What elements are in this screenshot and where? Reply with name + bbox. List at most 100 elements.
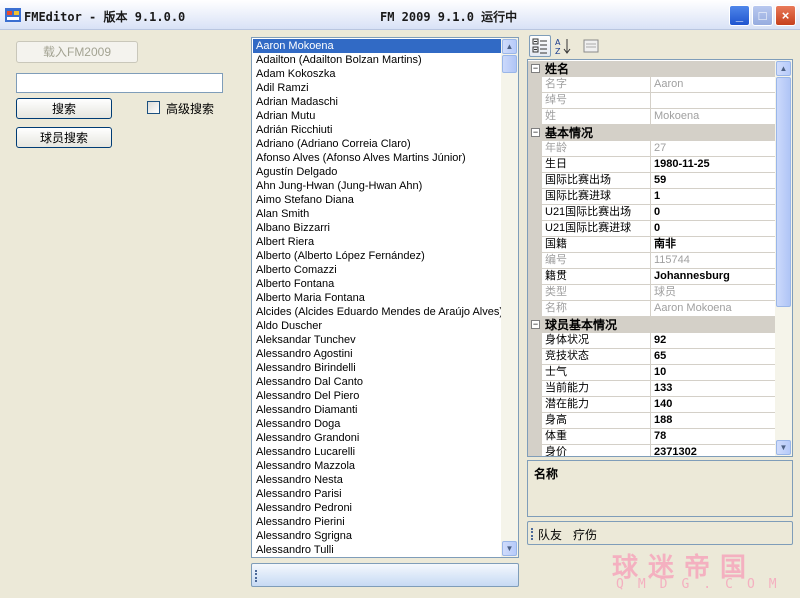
property-row[interactable]: 当前能力 133: [528, 381, 777, 397]
property-row[interactable]: 身体状况 92: [528, 333, 777, 349]
close-button[interactable]: ×: [775, 5, 796, 26]
list-item[interactable]: Ahn Jung-Hwan (Jung-Hwan Ahn): [253, 179, 502, 193]
property-value[interactable]: 65: [651, 349, 777, 365]
property-category[interactable]: − 姓名: [528, 61, 777, 77]
property-row[interactable]: 名称 Aaron Mokoena: [528, 301, 777, 317]
list-item[interactable]: Albert Riera: [253, 235, 502, 249]
property-row[interactable]: 身价 2371302: [528, 445, 777, 456]
list-item[interactable]: Alcides (Alcides Eduardo Mendes de Araúj…: [253, 305, 502, 319]
property-row[interactable]: 国际比赛进球 1: [528, 189, 777, 205]
list-item[interactable]: Alessandro Dal Canto: [253, 375, 502, 389]
property-row[interactable]: 名字 Aaron: [528, 77, 777, 93]
property-row[interactable]: 籍贯 Johannesburg: [528, 269, 777, 285]
list-item[interactable]: Alberto (Alberto López Fernández): [253, 249, 502, 263]
property-value[interactable]: 78: [651, 429, 777, 445]
list-item[interactable]: Adrián Ricchiuti: [253, 123, 502, 137]
property-row[interactable]: 编号 115744: [528, 253, 777, 269]
list-item[interactable]: Alessandro Pedroni: [253, 501, 502, 515]
advanced-search-checkbox[interactable]: [147, 101, 160, 114]
property-row[interactable]: 士气 10: [528, 365, 777, 381]
property-row[interactable]: 国籍 南非: [528, 237, 777, 253]
player-search-button[interactable]: 球员搜索: [16, 127, 112, 148]
list-item[interactable]: Alessandro Birindelli: [253, 361, 502, 375]
property-value[interactable]: 140: [651, 397, 777, 413]
property-row[interactable]: 竞技状态 65: [528, 349, 777, 365]
property-row[interactable]: U21国际比赛出场 0: [528, 205, 777, 221]
categorized-view-button[interactable]: [529, 35, 551, 57]
list-item[interactable]: Aaron Mokoena: [253, 39, 502, 53]
property-value[interactable]: 1: [651, 189, 777, 205]
property-grid-scrollbar[interactable]: ▲ ▼: [775, 60, 792, 456]
property-row[interactable]: 身高 188: [528, 413, 777, 429]
list-item[interactable]: Alessandro Sgrigna: [253, 529, 502, 543]
property-value[interactable]: 188: [651, 413, 777, 429]
property-category[interactable]: − 球员基本情况: [528, 317, 777, 333]
list-item[interactable]: Alessandro Parisi: [253, 487, 502, 501]
scroll-down-icon[interactable]: ▼: [502, 541, 517, 556]
heal-injury-command[interactable]: 疗伤: [573, 526, 597, 543]
scroll-up-icon[interactable]: ▲: [502, 39, 517, 54]
list-item[interactable]: Alessandro Pierini: [253, 515, 502, 529]
minimize-button[interactable]: _: [729, 5, 750, 26]
collapse-icon[interactable]: −: [531, 128, 540, 137]
advanced-search-label[interactable]: 高级搜索: [166, 100, 214, 117]
list-item[interactable]: Alessandro Lucarelli: [253, 445, 502, 459]
search-button[interactable]: 搜索: [16, 98, 112, 119]
list-item[interactable]: Agustín Delgado: [253, 165, 502, 179]
property-value[interactable]: 南非: [651, 237, 777, 253]
list-item[interactable]: Adrian Mutu: [253, 109, 502, 123]
list-item[interactable]: Alessandro Agostini: [253, 347, 502, 361]
list-item[interactable]: Aleksandar Tunchev: [253, 333, 502, 347]
property-row[interactable]: 生日 1980-11-25: [528, 157, 777, 173]
property-row[interactable]: 类型 球员: [528, 285, 777, 301]
list-item[interactable]: Alessandro Grandoni: [253, 431, 502, 445]
list-item[interactable]: Alessandro Diamanti: [253, 403, 502, 417]
list-item[interactable]: Adam Kokoszka: [253, 67, 502, 81]
property-value[interactable]: 59: [651, 173, 777, 189]
player-list[interactable]: Aaron Mokoena Adailton (Adailton Bolzan M…: [251, 37, 519, 558]
property-row[interactable]: 体重 78: [528, 429, 777, 445]
list-item[interactable]: Adil Ramzi: [253, 81, 502, 95]
property-value[interactable]: 133: [651, 381, 777, 397]
list-item[interactable]: Alessandro Tulli: [253, 543, 502, 557]
list-item[interactable]: Aimo Stefano Diana: [253, 193, 502, 207]
load-fm2009-button[interactable]: 载入FM2009: [16, 41, 138, 63]
property-category[interactable]: − 基本情况: [528, 125, 777, 141]
list-item[interactable]: Adrian Madaschi: [253, 95, 502, 109]
property-value[interactable]: 2371302: [651, 445, 777, 456]
list-item[interactable]: Alberto Comazzi: [253, 263, 502, 277]
list-item[interactable]: Alberto Maria Fontana: [253, 291, 502, 305]
property-value[interactable]: 10: [651, 365, 777, 381]
collapse-icon[interactable]: −: [531, 64, 540, 73]
list-item[interactable]: Afonso Alves (Afonso Alves Martins Júnio…: [253, 151, 502, 165]
property-row[interactable]: 年龄 27: [528, 141, 777, 157]
scroll-down-icon[interactable]: ▼: [776, 440, 791, 455]
maximize-button[interactable]: □: [752, 5, 773, 26]
property-value[interactable]: 1980-11-25: [651, 157, 777, 173]
search-input[interactable]: [16, 73, 223, 93]
title-bar[interactable]: FMEditor - 版本 9.1.0.0 FM 2009 9.1.0 运行中 …: [0, 0, 800, 30]
alphabetical-view-button[interactable]: A Z: [552, 35, 574, 57]
scroll-up-icon[interactable]: ▲: [776, 61, 791, 76]
property-row[interactable]: 绰号: [528, 93, 777, 109]
scroll-thumb[interactable]: [502, 55, 517, 73]
property-grid[interactable]: − 姓名 名字 Aaron 绰号姓 Mokoena − 基本情况 年龄 27 生日 1980-11-2…: [527, 59, 793, 457]
property-value[interactable]: Johannesburg: [651, 269, 777, 285]
collapse-icon[interactable]: −: [531, 320, 540, 329]
property-value[interactable]: 0: [651, 205, 777, 221]
teammates-command[interactable]: 队友: [538, 526, 562, 543]
property-row[interactable]: 国际比赛出场 59: [528, 173, 777, 189]
property-row[interactable]: 姓 Mokoena: [528, 109, 777, 125]
list-item[interactable]: Albano Bizzarri: [253, 221, 502, 235]
list-item[interactable]: Alberto Fontana: [253, 277, 502, 291]
list-item[interactable]: Alessandro Del Piero: [253, 389, 502, 403]
list-item[interactable]: Adriano (Adriano Correia Claro): [253, 137, 502, 151]
property-row[interactable]: U21国际比赛进球 0: [528, 221, 777, 237]
list-item[interactable]: Adailton (Adailton Bolzan Martins): [253, 53, 502, 67]
player-list-scrollbar[interactable]: ▲ ▼: [501, 38, 518, 557]
property-value[interactable]: 0: [651, 221, 777, 237]
property-row[interactable]: 潜在能力 140: [528, 397, 777, 413]
list-item[interactable]: Alessandro Doga: [253, 417, 502, 431]
list-item[interactable]: Alessandro Nesta: [253, 473, 502, 487]
list-item[interactable]: Alan Smith: [253, 207, 502, 221]
